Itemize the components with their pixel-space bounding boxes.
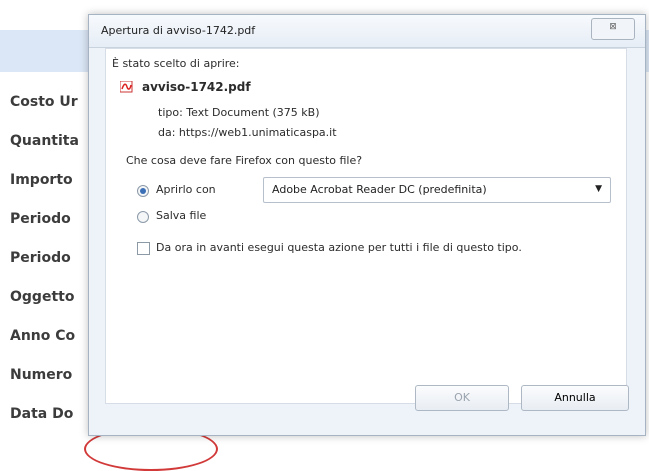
label-periodo-2: Periodo (10, 250, 71, 266)
dialog-body: È stato scelto di aprire: avviso-1742.pd… (105, 48, 627, 404)
label-anno: Anno Co (10, 328, 76, 344)
intro-text: È stato scelto di aprire: (112, 57, 240, 70)
question-text: Che cosa deve fare Firefox con questo fi… (126, 154, 363, 167)
label-costo-unitario: Costo Ur (10, 94, 78, 110)
save-file-radio[interactable] (137, 211, 149, 223)
cancel-button[interactable]: Annulla (521, 385, 629, 411)
ok-button[interactable]: OK (415, 385, 509, 411)
remember-choice-checkbox[interactable] (137, 242, 150, 255)
remember-choice-label[interactable]: Da ora in avanti esegui questa azione pe… (156, 241, 522, 254)
dialog-titlebar[interactable]: Apertura di avviso-1742.pdf ⊠ (89, 15, 645, 48)
label-data-documento: Data Do (10, 406, 74, 422)
chevron-down-icon: ▼ (595, 184, 602, 194)
dialog-title: Apertura di avviso-1742.pdf (101, 24, 256, 37)
label-oggetto: Oggetto (10, 289, 75, 305)
pdf-icon (120, 81, 133, 93)
label-importo: Importo (10, 172, 73, 188)
open-with-label[interactable]: Aprirlo con (156, 183, 216, 196)
file-open-dialog: Apertura di avviso-1742.pdf ⊠ È stato sc… (88, 14, 646, 436)
close-button[interactable]: ⊠ (591, 18, 635, 40)
save-file-label[interactable]: Salva file (156, 209, 206, 222)
application-select-value: Adobe Acrobat Reader DC (predefinita) (272, 183, 487, 196)
file-type: tipo: Text Document (375 kB) (158, 106, 320, 119)
file-name: avviso-1742.pdf (142, 80, 251, 94)
label-numero: Numero (10, 367, 73, 383)
label-periodo-1: Periodo (10, 211, 71, 227)
file-source: da: https://web1.unimaticaspa.it (158, 126, 337, 139)
label-quantita: Quantita (10, 133, 79, 149)
close-icon: ⊠ (609, 22, 617, 32)
open-with-radio[interactable] (137, 185, 149, 197)
application-select[interactable]: Adobe Acrobat Reader DC (predefinita) ▼ (263, 177, 611, 203)
